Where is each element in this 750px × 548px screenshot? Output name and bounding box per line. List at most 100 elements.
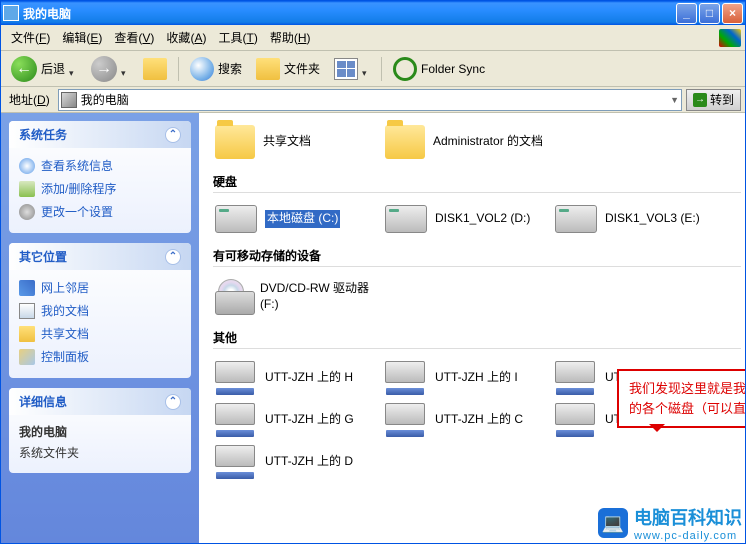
menu-tools[interactable]: 工具(T) — [212, 26, 263, 49]
views-icon — [334, 58, 358, 80]
info-icon — [19, 158, 35, 174]
link-my-documents[interactable]: 我的文档 — [19, 299, 181, 322]
folder-icon — [19, 326, 35, 342]
maximize-button[interactable]: □ — [699, 3, 720, 24]
control-panel-icon — [19, 349, 35, 365]
panel-header[interactable]: 详细信息 ⌃ — [9, 388, 191, 415]
go-arrow-icon: → — [693, 93, 707, 107]
panel-system-tasks: 系统任务 ⌃ 查看系统信息 添加/删除程序 更改一个设置 — [9, 121, 191, 233]
network-drive-icon — [215, 445, 257, 479]
forward-button[interactable]: → — [85, 54, 135, 84]
windows-flag-icon — [719, 29, 741, 47]
drive-cdrom[interactable]: DVD/CD-RW 驱动器 (F:) — [213, 275, 383, 319]
network-drive-icon — [385, 403, 427, 437]
panel-details: 详细信息 ⌃ 我的电脑 系统文件夹 — [9, 388, 191, 473]
network-icon — [19, 280, 35, 296]
content-area: 共享文档 Administrator 的文档 硬盘 本地磁盘 (C:) DISK… — [199, 113, 745, 543]
task-change-setting[interactable]: 更改一个设置 — [19, 200, 181, 223]
folder-icon — [385, 125, 425, 159]
drive-icon — [555, 205, 597, 233]
details-type: 系统文件夹 — [19, 442, 181, 463]
menu-help[interactable]: 帮助(H) — [264, 26, 317, 49]
toolbar: ← 后退 → 搜索 文件夹 Folder Sync — [1, 51, 745, 87]
address-label: 地址(D) — [5, 91, 54, 108]
chevron-down-icon[interactable] — [121, 65, 129, 73]
collapse-icon: ⌃ — [165, 127, 181, 143]
drive-d[interactable]: DISK1_VOL2 (D:) — [383, 201, 553, 237]
section-header-drives: 硬盘 — [213, 167, 741, 193]
forward-arrow-icon: → — [91, 56, 117, 82]
section-header-other: 其他 — [213, 323, 741, 349]
computer-icon — [3, 5, 19, 21]
network-drive-icon — [385, 361, 427, 395]
window-title: 我的电脑 — [23, 5, 676, 22]
link-shared-documents[interactable]: 共享文档 — [19, 322, 181, 345]
computer-icon — [61, 92, 77, 108]
views-button[interactable] — [328, 56, 376, 82]
explorer-window: 我的电脑 _ □ × 文件(F) 编辑(E) 查看(V) 收藏(A) 工具(T)… — [0, 0, 746, 544]
menu-edit[interactable]: 编辑(E) — [56, 26, 108, 49]
panel-header[interactable]: 系统任务 ⌃ — [9, 121, 191, 148]
separator — [178, 57, 179, 81]
drive-icon — [385, 205, 427, 233]
folders-button[interactable]: 文件夹 — [250, 56, 326, 82]
minimize-button[interactable]: _ — [676, 3, 697, 24]
cd-drive-icon — [215, 279, 252, 315]
menu-file[interactable]: 文件(F) — [5, 26, 56, 49]
folder-icon — [215, 125, 255, 159]
task-add-remove-programs[interactable]: 添加/删除程序 — [19, 177, 181, 200]
add-remove-icon — [19, 181, 35, 197]
drive-c[interactable]: 本地磁盘 (C:) — [213, 201, 383, 237]
back-button[interactable]: ← 后退 — [5, 54, 83, 84]
netdrive-i[interactable]: UTT-JZH 上的 I — [383, 357, 553, 399]
drive-icon — [215, 205, 257, 233]
section-header-removable: 有可移动存储的设备 — [213, 241, 741, 267]
annotation-callout: 我们发现这里就是我本地电脑的各个磁盘（可以直接打开的） — [617, 369, 745, 428]
drive-e[interactable]: DISK1_VOL3 (E:) — [553, 201, 723, 237]
folder-sync-button[interactable]: Folder Sync — [387, 55, 491, 83]
sync-icon — [393, 57, 417, 81]
network-drive-icon — [215, 403, 257, 437]
search-button[interactable]: 搜索 — [184, 55, 248, 83]
address-bar: 地址(D) ▼ → 转到 — [1, 87, 745, 113]
up-button[interactable] — [137, 56, 173, 82]
search-icon — [190, 57, 214, 81]
documents-icon — [19, 303, 35, 319]
netdrive-h[interactable]: UTT-JZH 上的 H — [213, 357, 383, 399]
chevron-down-icon[interactable] — [362, 65, 370, 73]
link-network-places[interactable]: 网上邻居 — [19, 276, 181, 299]
menu-view[interactable]: 查看(V) — [108, 26, 160, 49]
task-view-system-info[interactable]: 查看系统信息 — [19, 154, 181, 177]
netdrive-d[interactable]: UTT-JZH 上的 D — [213, 441, 383, 483]
watermark-logo-icon: 💻 — [598, 508, 628, 538]
menu-bar: 文件(F) 编辑(E) 查看(V) 收藏(A) 工具(T) 帮助(H) — [1, 25, 745, 51]
go-button[interactable]: → 转到 — [686, 89, 741, 111]
network-drive-icon — [555, 361, 597, 395]
netdrive-c[interactable]: UTT-JZH 上的 C — [383, 399, 553, 441]
collapse-icon: ⌃ — [165, 394, 181, 410]
menu-favorites[interactable]: 收藏(A) — [160, 26, 212, 49]
close-button[interactable]: × — [722, 3, 743, 24]
netdrive-g[interactable]: UTT-JZH 上的 G — [213, 399, 383, 441]
panel-header[interactable]: 其它位置 ⌃ — [9, 243, 191, 270]
folder-icon — [256, 58, 280, 80]
chevron-down-icon[interactable] — [69, 65, 77, 73]
folder-admin-documents[interactable]: Administrator 的文档 — [383, 121, 553, 163]
separator — [381, 57, 382, 81]
watermark-url: www.pc-daily.com — [634, 530, 742, 542]
collapse-icon: ⌃ — [165, 249, 181, 265]
link-control-panel[interactable]: 控制面板 — [19, 345, 181, 368]
watermark: 💻 电脑百科知识 www.pc-daily.com — [598, 504, 742, 542]
network-drive-icon — [555, 403, 597, 437]
gear-icon — [19, 204, 35, 220]
title-bar[interactable]: 我的电脑 _ □ × — [1, 1, 745, 25]
network-drive-icon — [215, 361, 257, 395]
panel-other-places: 其它位置 ⌃ 网上邻居 我的文档 共享文档 控制面板 — [9, 243, 191, 378]
watermark-brand: 电脑百科知识 — [634, 504, 742, 530]
dropdown-icon[interactable]: ▼ — [670, 95, 679, 105]
back-arrow-icon: ← — [11, 56, 37, 82]
folder-shared-documents[interactable]: 共享文档 — [213, 121, 383, 163]
details-name: 我的电脑 — [19, 421, 181, 442]
address-input[interactable] — [81, 93, 666, 107]
address-field[interactable]: ▼ — [58, 89, 682, 111]
